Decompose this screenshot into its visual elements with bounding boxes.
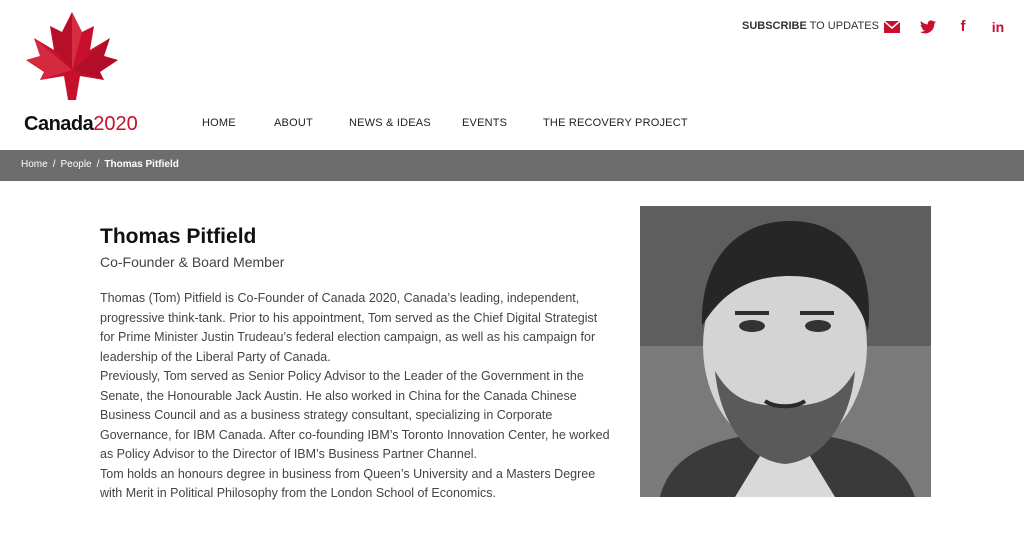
site-header: Canada2020 SUBSCRIBE TO UPDATES f in HOM… xyxy=(0,0,1024,150)
breadcrumb-people[interactable]: People xyxy=(60,159,91,170)
nav-home[interactable]: HOME xyxy=(202,117,236,129)
nav-about[interactable]: ABOUT xyxy=(274,117,313,129)
subscribe-link[interactable]: SUBSCRIBE TO UPDATES xyxy=(742,20,879,32)
mail-icon[interactable] xyxy=(882,17,902,37)
twitter-icon[interactable] xyxy=(918,17,938,37)
canada2020-logo[interactable]: Canada2020 xyxy=(22,10,146,136)
profile-role: Co-Founder & Board Member xyxy=(100,254,285,270)
breadcrumb-bar: Home / People / Thomas Pitfield xyxy=(0,150,1024,181)
logo-word: Canada xyxy=(24,113,94,135)
linkedin-icon[interactable]: in xyxy=(988,17,1008,37)
profile-photo xyxy=(640,206,931,497)
bio-paragraph: Tom holds an honours degree in business … xyxy=(100,466,596,501)
logo-year: 2020 xyxy=(93,113,138,135)
profile-name: Thomas Pitfield xyxy=(100,225,257,248)
maple-leaf-icon xyxy=(26,12,118,100)
bio-paragraph: Previously, Tom served as Senior Policy … xyxy=(100,369,610,461)
breadcrumb-current: Thomas Pitfield xyxy=(104,159,179,170)
facebook-icon[interactable]: f xyxy=(953,17,973,37)
subscribe-bold: SUBSCRIBE xyxy=(742,20,807,32)
logo-wordmark: Canada2020 xyxy=(24,113,138,136)
breadcrumb: Home / People / Thomas Pitfield xyxy=(21,159,179,170)
nav-events[interactable]: EVENTS xyxy=(462,117,507,129)
nav-news-ideas[interactable]: NEWS & IDEAS xyxy=(349,117,431,129)
profile-bio: Thomas (Tom) Pitfield is Co-Founder of C… xyxy=(100,289,610,504)
subscribe-rest: TO UPDATES xyxy=(806,20,879,32)
nav-recovery-project[interactable]: THE RECOVERY PROJECT xyxy=(543,117,688,129)
breadcrumb-separator: / xyxy=(52,159,56,170)
breadcrumb-separator: / xyxy=(96,159,100,170)
bio-paragraph: Thomas (Tom) Pitfield is Co-Founder of C… xyxy=(100,291,598,364)
breadcrumb-home[interactable]: Home xyxy=(21,159,48,170)
